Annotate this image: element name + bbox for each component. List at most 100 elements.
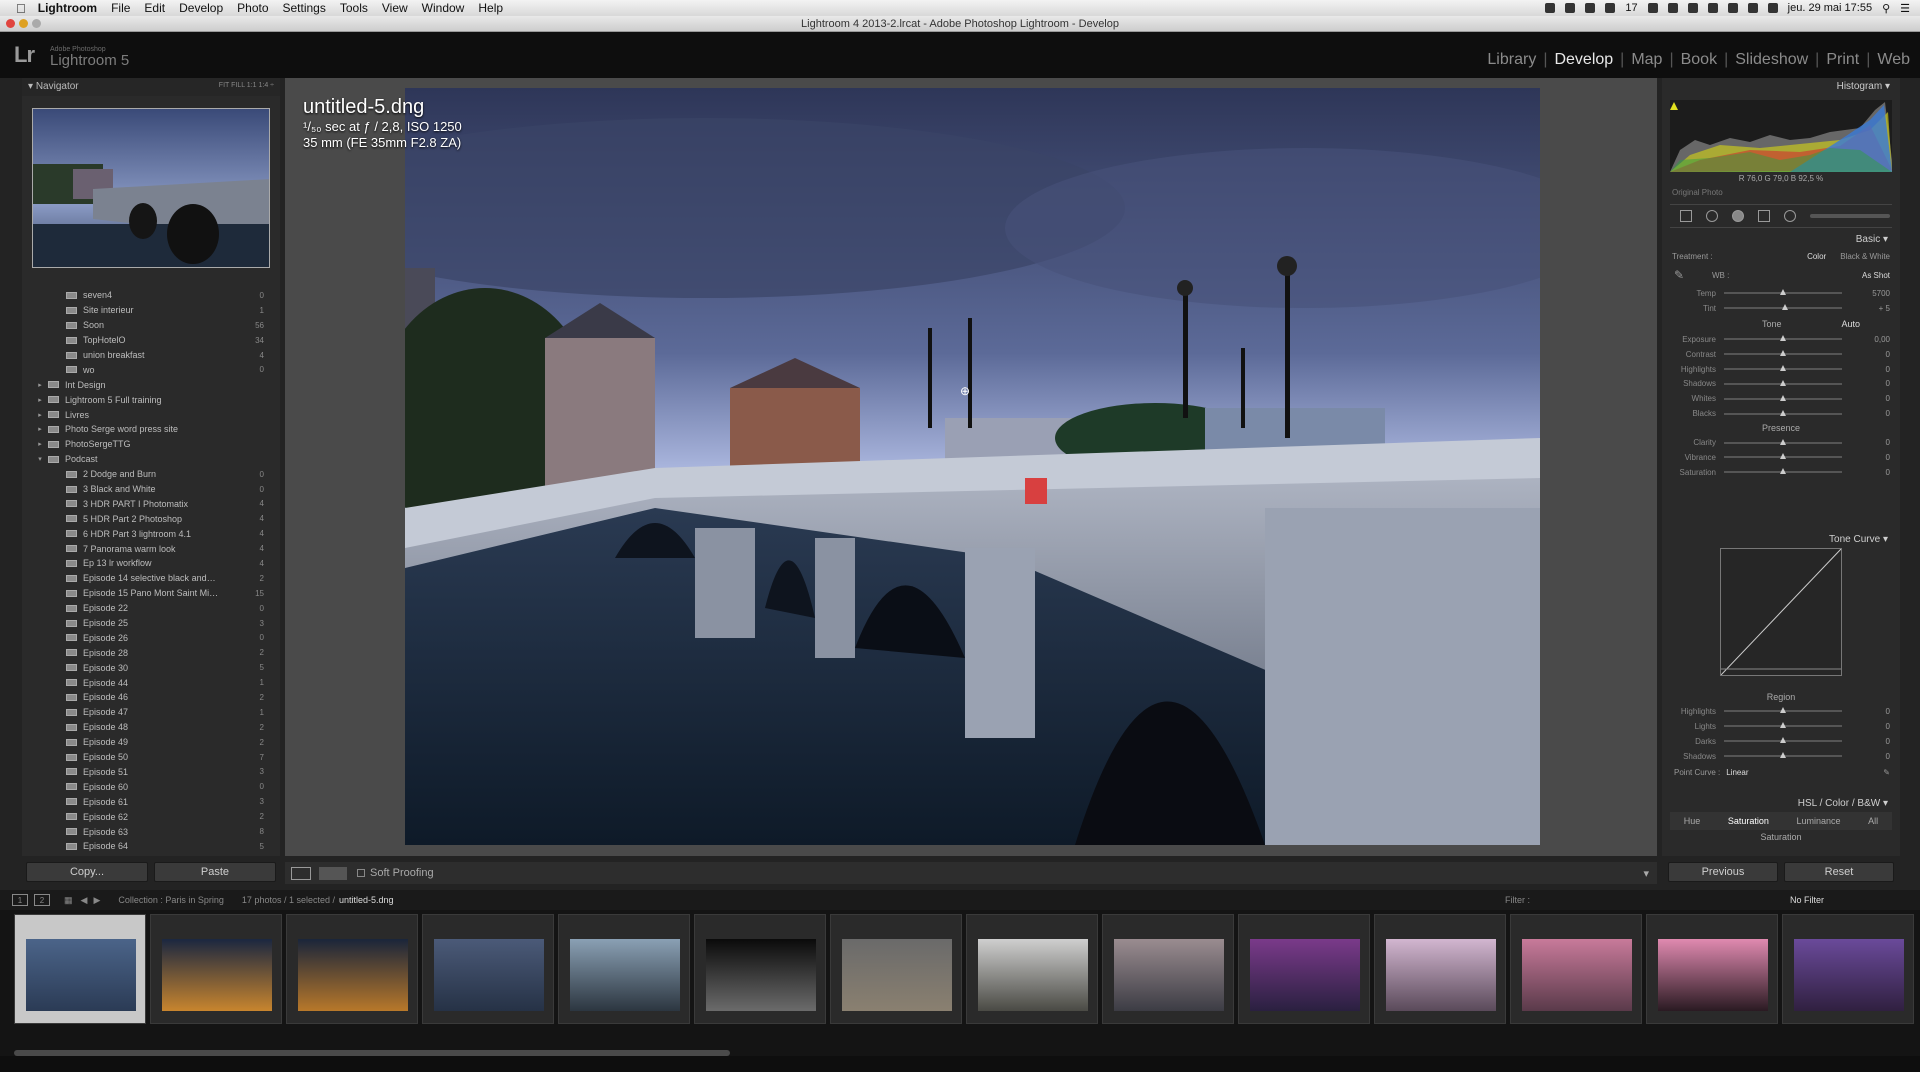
folder-item[interactable]: ▸ Livres <box>22 407 280 422</box>
slider-track[interactable] <box>1724 737 1842 744</box>
slider-track[interactable] <box>1724 304 1842 311</box>
disclosure-triangle-icon[interactable]: ▸ <box>36 411 44 419</box>
menu-file[interactable]: File <box>111 1 130 15</box>
filmstrip-thumbnail[interactable] <box>1646 914 1778 1024</box>
window-1-button[interactable]: 1 <box>12 894 28 906</box>
filmstrip-thumbnail[interactable] <box>286 914 418 1024</box>
hsl-header[interactable]: HSL / Color / B&W ▾ <box>1662 796 1900 812</box>
navigator-preview[interactable] <box>32 108 270 268</box>
slider-track[interactable] <box>1724 453 1842 460</box>
folder-item[interactable]: ▸ Int Design <box>22 377 280 392</box>
status-icon[interactable] <box>1687 3 1698 13</box>
previous-button[interactable]: Previous <box>1668 862 1778 882</box>
window-2-button[interactable]: 2 <box>34 894 50 906</box>
wb-value[interactable]: As Shot <box>1862 271 1890 280</box>
slider-value[interactable]: + 5 <box>1879 304 1890 313</box>
slider-track[interactable] <box>1724 394 1842 401</box>
close-icon[interactable] <box>6 19 15 28</box>
edit-curve-icon[interactable]: ✎ <box>1883 768 1890 777</box>
menu-help[interactable]: Help <box>478 1 503 15</box>
volume-icon[interactable] <box>1747 3 1758 13</box>
slider-value[interactable]: 0 <box>1886 438 1890 447</box>
folder-item[interactable]: union breakfast 4 <box>22 348 280 363</box>
status-icon[interactable] <box>1707 3 1718 13</box>
disclosure-triangle-icon[interactable]: ▸ <box>36 381 44 389</box>
slider-knob[interactable] <box>1780 394 1786 401</box>
folder-item[interactable]: Episode 48 2 <box>22 720 280 735</box>
treatment-bw[interactable]: Black & White <box>1840 252 1890 261</box>
toolbar-menu-icon[interactable]: ▾ <box>1643 867 1649 880</box>
menu-edit[interactable]: Edit <box>144 1 165 15</box>
filmstrip-thumbnail[interactable] <box>14 914 146 1024</box>
folder-item[interactable]: Episode 61 3 <box>22 794 280 809</box>
filmstrip-thumbnail[interactable] <box>1238 914 1370 1024</box>
slider-track[interactable] <box>1724 707 1842 714</box>
radial-filter-icon[interactable] <box>1784 210 1796 222</box>
folder-item[interactable]: Episode 28 2 <box>22 645 280 660</box>
disclosure-triangle-icon[interactable]: ▾ <box>36 455 44 463</box>
folder-item[interactable]: wo 0 <box>22 362 280 377</box>
list-icon[interactable]: ☰ <box>1900 2 1910 15</box>
filter-select[interactable]: No Filter <box>1790 895 1824 905</box>
folder-item[interactable]: Site interieur 1 <box>22 303 280 318</box>
menu-photo[interactable]: Photo <box>237 1 268 15</box>
folder-item[interactable]: ▸ Photo Serge word press site <box>22 422 280 437</box>
filmstrip-thumbnail[interactable] <box>150 914 282 1024</box>
folder-item[interactable]: 6 HDR Part 3 lightroom 4.1 4 <box>22 526 280 541</box>
folder-item[interactable]: Episode 60 0 <box>22 779 280 794</box>
slider-value[interactable]: 0 <box>1886 409 1890 418</box>
slider-value[interactable]: 0 <box>1886 468 1890 477</box>
filmstrip-thumbnail[interactable] <box>1510 914 1642 1024</box>
tone-curve-header[interactable]: Tone Curve ▾ <box>1662 532 1900 548</box>
slider-track[interactable] <box>1724 365 1842 371</box>
slider-value[interactable]: 0 <box>1886 752 1890 761</box>
folder-item[interactable]: Soon 56 <box>22 318 280 333</box>
folder-item[interactable]: 7 Panorama warm look 4 <box>22 541 280 556</box>
folder-item[interactable]: seven4 0 <box>22 288 280 303</box>
battery-icon[interactable] <box>1767 3 1778 13</box>
before-after-icon[interactable] <box>319 866 347 880</box>
slider-knob[interactable] <box>1780 350 1786 357</box>
filmstrip-thumbnail[interactable] <box>1102 914 1234 1024</box>
folder-item[interactable]: ▾ Podcast <box>22 452 280 467</box>
slider-value[interactable]: 0 <box>1886 394 1890 403</box>
slider-value[interactable]: 0 <box>1886 707 1890 716</box>
folder-item[interactable]: Episode 64 5 <box>22 839 280 854</box>
treatment-color[interactable]: Color <box>1807 252 1826 261</box>
folder-item[interactable]: Episode 15 Pano Mont Saint Mi… 15 <box>22 586 280 601</box>
histogram-header[interactable]: Histogram ▾ <box>1662 78 1900 96</box>
menu-develop[interactable]: Develop <box>179 1 223 15</box>
forward-arrow-icon[interactable]: ▶ <box>93 895 100 906</box>
filmstrip-thumbnail[interactable] <box>966 914 1098 1024</box>
module-library[interactable]: Library <box>1487 51 1536 69</box>
folder-item[interactable]: Episode 46 2 <box>22 690 280 705</box>
slider-track[interactable] <box>1724 289 1842 296</box>
basic-header[interactable]: Basic ▾ <box>1662 232 1900 248</box>
disclosure-triangle-icon[interactable]: ▸ <box>36 440 44 448</box>
slider-knob[interactable] <box>1780 289 1786 296</box>
slider-knob[interactable] <box>1780 438 1786 445</box>
tab-all[interactable]: All <box>1868 816 1878 826</box>
slider-track[interactable] <box>1724 468 1842 475</box>
menu-window[interactable]: Window <box>422 1 465 15</box>
folder-item[interactable]: Episode 51 3 <box>22 765 280 780</box>
point-curve-select[interactable]: Linear <box>1726 768 1748 777</box>
slider-value[interactable]: 0 <box>1886 379 1890 388</box>
navigator-zoom-options[interactable]: FIT FILL 1:1 1:4 ÷ <box>219 82 274 89</box>
folder-icon[interactable] <box>1647 3 1658 13</box>
folder-item[interactable]: Episode 50 7 <box>22 750 280 765</box>
eyedropper-icon[interactable]: ✎ <box>1674 268 1684 282</box>
slider-knob[interactable] <box>1780 468 1786 475</box>
slider-knob[interactable] <box>1780 752 1786 759</box>
slider-value[interactable]: 0 <box>1886 722 1890 731</box>
apple-icon[interactable]:  <box>16 1 26 16</box>
slider-knob[interactable] <box>1780 379 1786 386</box>
folder-item[interactable]: ▸ Lightroom 5 Full training <box>22 392 280 407</box>
folder-item[interactable]: 2 Dodge and Burn 0 <box>22 467 280 482</box>
slider-knob[interactable] <box>1782 304 1789 311</box>
tab-hue[interactable]: Hue <box>1684 816 1701 826</box>
menu-app[interactable]: Lightroom <box>38 1 97 15</box>
slider-value[interactable]: 0 <box>1886 365 1890 374</box>
minimize-icon[interactable] <box>19 19 28 28</box>
folder-item[interactable]: Episode 22 0 <box>22 601 280 616</box>
